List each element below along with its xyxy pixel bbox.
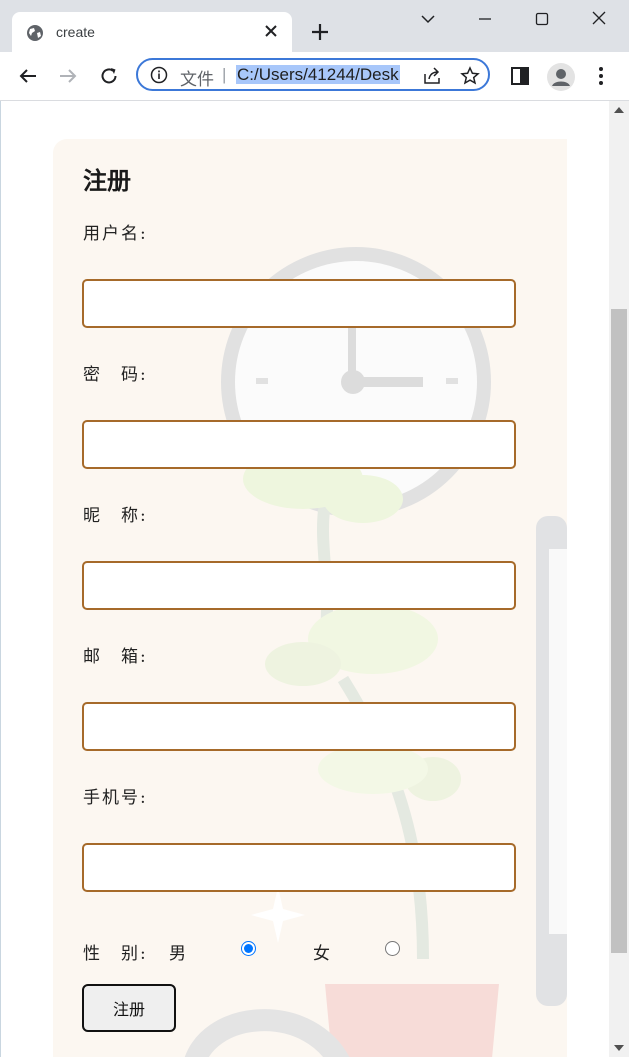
- password-label: 密 码:: [83, 365, 148, 385]
- window-close-icon[interactable]: [585, 8, 613, 30]
- url-text[interactable]: C:/Users/41244/Desk: [236, 65, 410, 85]
- email-input[interactable]: [82, 702, 516, 751]
- page-viewport: 注册 用户名: 密 码: 昵 称: 邮 箱: 手机号: 性 别: 男 女 注册: [0, 101, 629, 1057]
- browser-toolbar: 文件 | C:/Users/41244/Desk: [0, 52, 629, 101]
- maximize-icon[interactable]: [528, 8, 556, 30]
- vertical-scrollbar[interactable]: [609, 101, 629, 1057]
- minimize-icon[interactable]: [471, 8, 499, 30]
- scroll-up-arrow-icon[interactable]: [614, 107, 624, 113]
- phone-label: 手机号:: [83, 788, 148, 808]
- email-label: 邮 箱:: [83, 647, 148, 667]
- register-submit-button[interactable]: 注册: [82, 984, 176, 1032]
- url-separator: |: [222, 65, 227, 84]
- page-left-border: [0, 101, 1, 1057]
- gender-female-label: 女: [313, 944, 330, 964]
- username-input[interactable]: [82, 279, 516, 328]
- tab-title: create: [56, 24, 95, 40]
- nickname-input[interactable]: [82, 561, 516, 610]
- share-icon[interactable]: [422, 66, 442, 86]
- gender-female-radio[interactable]: [385, 941, 400, 956]
- back-arrow-icon[interactable]: [16, 64, 40, 88]
- gender-male-radio[interactable]: [241, 941, 256, 956]
- profile-avatar-icon[interactable]: [546, 62, 576, 92]
- nickname-label: 昵 称:: [83, 506, 148, 526]
- scroll-down-arrow-icon[interactable]: [614, 1045, 624, 1051]
- side-panel-icon[interactable]: [508, 64, 532, 88]
- url-selected-text: C:/Users/41244/Desk: [236, 65, 400, 84]
- reload-icon[interactable]: [97, 64, 121, 88]
- address-bar[interactable]: 文件 | C:/Users/41244/Desk: [136, 58, 490, 91]
- register-card: 注册 用户名: 密 码: 昵 称: 邮 箱: 手机号: 性 别: 男 女 注册: [53, 139, 567, 1057]
- form-title: 注册: [83, 166, 131, 195]
- scrollbar-thumb[interactable]: [611, 309, 627, 953]
- bookmark-star-icon[interactable]: [460, 66, 480, 86]
- gender-male-label: 男: [169, 944, 186, 964]
- phone-input[interactable]: [82, 843, 516, 892]
- close-tab-icon[interactable]: [262, 22, 280, 40]
- password-input[interactable]: [82, 420, 516, 469]
- url-scheme-label: 文件: [180, 70, 214, 89]
- globe-icon: [27, 25, 43, 41]
- new-tab-icon[interactable]: [308, 20, 332, 44]
- tab-search-icon[interactable]: [414, 8, 442, 30]
- info-icon[interactable]: [150, 66, 168, 84]
- browser-tab[interactable]: create: [12, 12, 292, 52]
- browser-tab-strip: create: [0, 0, 629, 52]
- gender-label: 性 别:: [83, 944, 148, 964]
- kebab-menu-icon[interactable]: [589, 64, 613, 88]
- username-label: 用户名:: [83, 224, 148, 244]
- forward-arrow-icon[interactable]: [56, 64, 80, 88]
